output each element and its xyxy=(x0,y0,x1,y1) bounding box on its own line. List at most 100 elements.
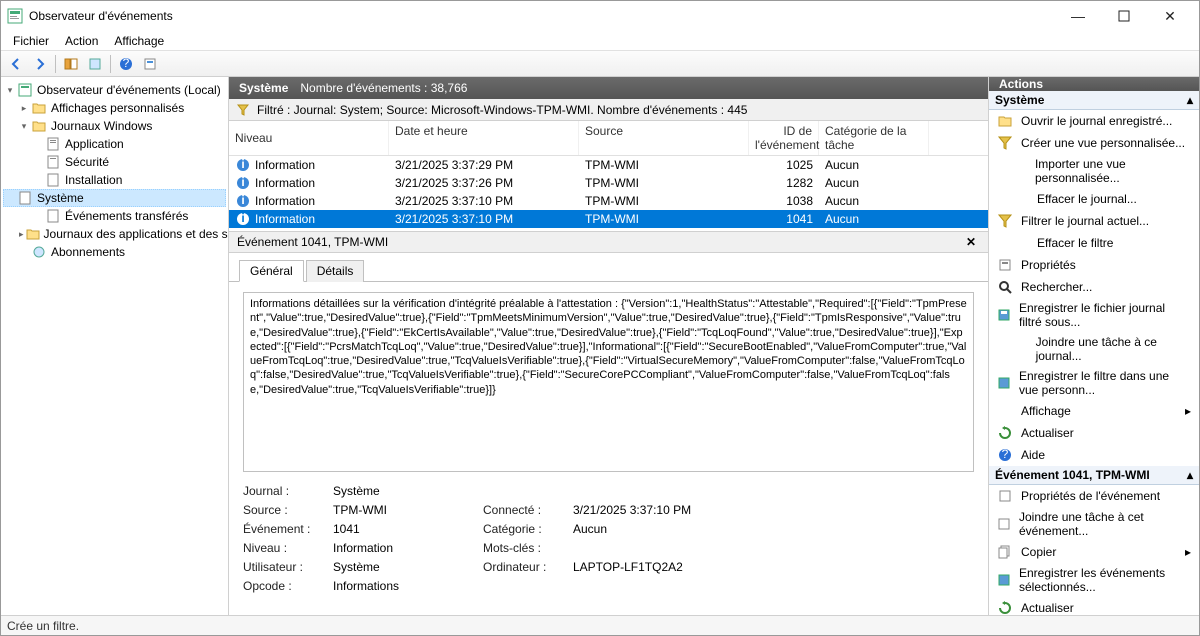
col-date[interactable]: Date et heure xyxy=(389,121,579,155)
show-hide-tree-button[interactable] xyxy=(60,53,82,75)
col-source[interactable]: Source xyxy=(579,121,749,155)
col-category[interactable]: Catégorie de la tâche xyxy=(819,121,929,155)
action-label: Actualiser xyxy=(1021,601,1074,615)
table-header[interactable]: Niveau Date et heure Source ID de l'évén… xyxy=(229,121,988,156)
refresh-button[interactable] xyxy=(139,53,161,75)
detail-tabs: Général Détails xyxy=(229,253,988,282)
tree-custom-views[interactable]: ▸ Affichages personnalisés xyxy=(3,99,226,117)
tree-apps-services[interactable]: ▸ Journaux des applications et des servi… xyxy=(3,225,226,243)
cell-category: Aucun xyxy=(819,175,929,191)
col-level[interactable]: Niveau xyxy=(229,121,389,155)
cell-level: Information xyxy=(255,212,315,226)
cell-source: TPM-WMI xyxy=(579,229,749,231)
toolbar-separator xyxy=(110,55,111,73)
tree-label: Application xyxy=(65,137,124,151)
table-row[interactable]: iInformation3/21/2025 3:37:10 PMTPM-WMI1… xyxy=(229,210,988,228)
tree-log-system[interactable]: Système xyxy=(3,189,226,207)
tree-log-setup[interactable]: Installation xyxy=(3,171,226,189)
tree-log-application[interactable]: Application xyxy=(3,135,226,153)
val-event: 1041 xyxy=(333,522,473,536)
chevron-right-icon: ▸ xyxy=(1185,404,1191,418)
expand-icon[interactable]: ▸ xyxy=(19,229,24,239)
tree-label: Journaux des applications et des service… xyxy=(44,227,229,241)
cell-source: TPM-WMI xyxy=(579,157,749,173)
detail-title: Événement 1041, TPM-WMI xyxy=(237,235,388,249)
action-label: Filtrer le journal actuel... xyxy=(1021,214,1149,228)
expand-icon[interactable]: ▾ xyxy=(5,85,15,95)
info-icon: i xyxy=(235,193,251,209)
action-item[interactable]: Propriétés xyxy=(989,254,1199,276)
action-item[interactable]: Effacer le filtre xyxy=(989,232,1199,254)
action-label: Enregistrer le fichier journal filtré so… xyxy=(1019,301,1191,329)
actions-group-event[interactable]: Événement 1041, TPM-WMI ▴ xyxy=(989,466,1199,485)
expand-icon[interactable]: ▾ xyxy=(19,121,29,131)
action-icon xyxy=(997,516,1011,532)
collapse-icon[interactable]: ▴ xyxy=(1187,468,1193,482)
menu-action[interactable]: Action xyxy=(57,32,106,50)
action-item[interactable]: Effacer le journal... xyxy=(989,188,1199,210)
action-item[interactable]: Affichage▸ xyxy=(989,400,1199,422)
table-row[interactable]: iInformation3/21/2025 3:37:29 PMTPM-WMI1… xyxy=(229,156,988,174)
tree-log-security[interactable]: Sécurité xyxy=(3,153,226,171)
detail-close-button[interactable]: ✕ xyxy=(962,235,980,249)
collapse-icon[interactable]: ▴ xyxy=(1187,93,1193,107)
action-item[interactable]: Actualiser xyxy=(989,422,1199,444)
action-icon xyxy=(997,425,1013,441)
app-icon xyxy=(7,8,23,24)
log-icon xyxy=(45,154,61,170)
actions-title: Actions xyxy=(989,77,1199,91)
action-item[interactable]: Filtrer le journal actuel... xyxy=(989,210,1199,232)
cell-id: 1038 xyxy=(749,193,819,209)
action-label: Importer une vue personnalisée... xyxy=(1035,157,1191,185)
help-button[interactable]: ? xyxy=(115,53,137,75)
action-item[interactable]: Importer une vue personnalisée... xyxy=(989,154,1199,188)
val-opcode: Informations xyxy=(333,579,473,593)
event-description[interactable]: Informations détaillées sur la vérificat… xyxy=(243,292,974,472)
lbl-connected: Connecté : xyxy=(483,503,563,517)
tree-log-forwarded[interactable]: Événements transférés xyxy=(3,207,226,225)
val-user: Système xyxy=(333,560,473,574)
action-item[interactable]: Ouvrir le journal enregistré... xyxy=(989,110,1199,132)
table-row[interactable]: iInformation3/21/2025 3:37:10 PMTPM-WMI1… xyxy=(229,192,988,210)
log-icon xyxy=(45,136,61,152)
table-row[interactable]: iInformation3/21/2025 3:37:26 PMTPM-WMI1… xyxy=(229,174,988,192)
tab-general[interactable]: Général xyxy=(239,260,304,282)
tree-windows-logs[interactable]: ▾ Journaux Windows xyxy=(3,117,226,135)
action-item[interactable]: Copier▸ xyxy=(989,541,1199,563)
action-label: Enregistrer le filtre dans une vue perso… xyxy=(1019,369,1191,397)
action-item[interactable]: Enregistrer le filtre dans une vue perso… xyxy=(989,366,1199,400)
back-button[interactable] xyxy=(5,53,27,75)
navigation-tree[interactable]: ▾ Observateur d'événements (Local) ▸ Aff… xyxy=(1,77,229,615)
action-item[interactable]: Enregistrer le fichier journal filtré so… xyxy=(989,298,1199,332)
funnel-icon xyxy=(237,104,249,116)
action-item[interactable]: Rechercher... xyxy=(989,276,1199,298)
tab-details[interactable]: Détails xyxy=(306,260,365,282)
svg-text:i: i xyxy=(241,158,244,171)
action-icon xyxy=(997,403,1013,419)
log-icon xyxy=(45,208,61,224)
table-row[interactable]: iInformation3/19/2025 2:34:19 PMTPM-WMI1… xyxy=(229,228,988,231)
expand-icon[interactable]: ▸ xyxy=(19,103,29,113)
minimize-button[interactable]: ― xyxy=(1055,1,1101,31)
action-item[interactable]: Propriétés de l'événement xyxy=(989,485,1199,507)
svg-text:?: ? xyxy=(123,57,130,70)
maximize-button[interactable] xyxy=(1101,1,1147,31)
export-button[interactable] xyxy=(84,53,106,75)
action-item[interactable]: Enregistrer les événements sélectionnés.… xyxy=(989,563,1199,597)
tree-subscriptions[interactable]: Abonnements xyxy=(3,243,226,261)
action-item[interactable]: Actualiser xyxy=(989,597,1199,615)
close-button[interactable]: ✕ xyxy=(1147,1,1193,31)
action-item[interactable]: ?Aide xyxy=(989,444,1199,466)
menu-file[interactable]: Fichier xyxy=(5,32,57,50)
action-item[interactable]: Créer une vue personnalisée... xyxy=(989,132,1199,154)
actions-group-system[interactable]: Système ▴ xyxy=(989,91,1199,110)
event-table[interactable]: Niveau Date et heure Source ID de l'évén… xyxy=(229,121,988,231)
action-item[interactable]: Joindre une tâche à ce journal... xyxy=(989,332,1199,366)
forward-button[interactable] xyxy=(29,53,51,75)
action-item[interactable]: Joindre une tâche à cet événement... xyxy=(989,507,1199,541)
tree-root[interactable]: ▾ Observateur d'événements (Local) xyxy=(3,81,226,99)
col-id[interactable]: ID de l'événement xyxy=(749,121,819,155)
svg-text:i: i xyxy=(241,176,244,189)
menu-view[interactable]: Affichage xyxy=(106,32,172,50)
action-label: Enregistrer les événements sélectionnés.… xyxy=(1019,566,1191,594)
